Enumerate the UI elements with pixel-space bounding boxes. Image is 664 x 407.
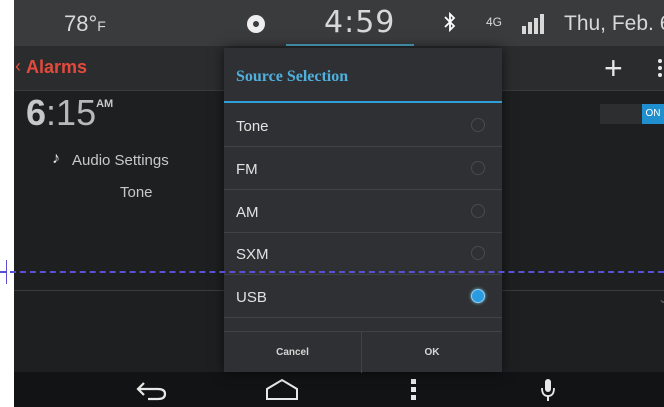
guide-tick-mark — [6, 260, 7, 284]
microphone-icon[interactable] — [540, 378, 556, 404]
radio-button-selected[interactable] — [471, 289, 485, 303]
add-alarm-button[interactable]: + — [604, 50, 623, 87]
option-label: USB — [236, 289, 267, 306]
navigation-bar — [14, 372, 664, 407]
radio-button[interactable] — [471, 161, 485, 175]
alarm-hour: 6 — [26, 92, 47, 133]
dashed-guide-line — [0, 271, 664, 273]
source-selection-dialog: Source Selection Tone FM AM SXM USB Canc… — [224, 48, 502, 373]
chevron-down-icon[interactable]: ⌄ — [658, 292, 664, 306]
media-source-icon — [247, 15, 265, 33]
audio-settings-label[interactable]: Audio Settings — [72, 152, 169, 169]
dialog-title-rule — [224, 101, 502, 103]
status-bar: 78°F 4:59 4G Thu, Feb. 6 — [14, 0, 664, 46]
alarm-time[interactable]: 6:15AM — [26, 92, 113, 134]
temperature-readout: 78°F — [64, 11, 106, 37]
signal-strength-icon: 4G — [486, 14, 544, 34]
source-option-usb[interactable]: USB — [224, 275, 502, 318]
radio-button[interactable] — [471, 204, 485, 218]
ok-button[interactable]: OK — [362, 332, 502, 373]
temperature-value: 78° — [64, 11, 98, 36]
head-unit-screen: 78°F 4:59 4G Thu, Feb. 6 ‹ Alarms + 6:15… — [14, 0, 664, 407]
source-option-am[interactable]: AM — [224, 190, 502, 233]
option-label: Tone — [236, 118, 269, 135]
option-label: AM — [236, 204, 259, 221]
audio-source-value: Tone — [120, 184, 153, 201]
network-type-label: 4G — [486, 15, 502, 29]
alarm-separator: : — [46, 92, 57, 133]
option-label: SXM — [236, 246, 269, 263]
date-readout: Thu, Feb. 6 — [564, 12, 664, 35]
bluetooth-icon — [444, 11, 456, 33]
cancel-button[interactable]: Cancel — [224, 332, 362, 373]
radio-button[interactable] — [471, 246, 485, 260]
option-label: FM — [236, 161, 258, 178]
alarm-minutes: 15 — [56, 92, 97, 133]
source-option-sxm[interactable]: SXM — [224, 232, 502, 275]
dialog-button-bar: Cancel OK — [224, 331, 502, 373]
temperature-unit: F — [97, 18, 106, 34]
clock: 4:59 — [324, 5, 396, 40]
radio-button[interactable] — [471, 118, 485, 132]
home-icon[interactable] — [264, 378, 300, 402]
alarm-period: AM — [96, 98, 114, 110]
source-option-tone[interactable]: Tone — [224, 104, 502, 147]
toggle-on-label: ON — [642, 104, 664, 124]
page-title[interactable]: Alarms — [26, 57, 87, 78]
overflow-menu-icon[interactable] — [658, 58, 662, 78]
music-note-icon: ♪ — [52, 150, 60, 167]
back-chevron-icon[interactable]: ‹ — [15, 56, 21, 77]
alarm-toggle[interactable]: ON — [600, 104, 664, 124]
source-option-fm[interactable]: FM — [224, 147, 502, 190]
back-arrow-icon[interactable] — [134, 378, 170, 402]
menu-dots-icon[interactable] — [410, 378, 418, 402]
dialog-title: Source Selection — [236, 68, 349, 85]
